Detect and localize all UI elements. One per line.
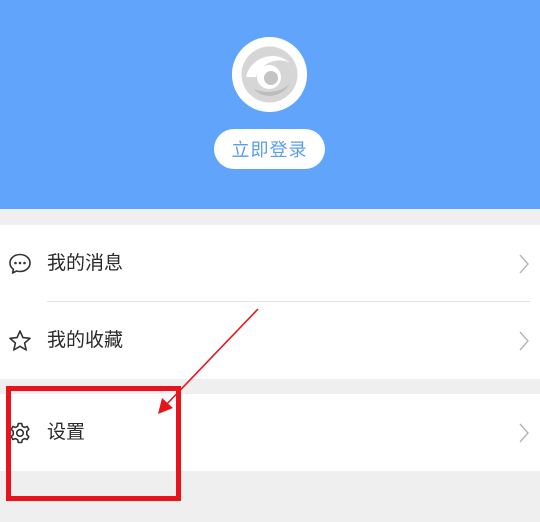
chevron-right-icon <box>519 254 529 274</box>
menu-item-favorites[interactable]: 我的收藏 <box>0 302 540 379</box>
chevron-right-icon <box>519 331 529 351</box>
star-icon <box>9 330 31 351</box>
menu-group-primary: 我的消息 我的收藏 <box>0 225 540 379</box>
profile-header: 立即登录 <box>0 0 540 209</box>
menu-item-messages[interactable]: 我的消息 <box>0 225 540 302</box>
chat-bubble-icon <box>9 253 31 274</box>
login-button[interactable]: 立即登录 <box>214 129 325 169</box>
app-logo-avatar-icon <box>232 37 307 112</box>
highlight-box <box>6 386 181 501</box>
menu-item-label: 我的消息 <box>47 252 124 274</box>
chevron-right-icon <box>519 423 529 443</box>
menu-item-label: 我的收藏 <box>47 329 124 351</box>
avatar[interactable] <box>232 37 307 112</box>
